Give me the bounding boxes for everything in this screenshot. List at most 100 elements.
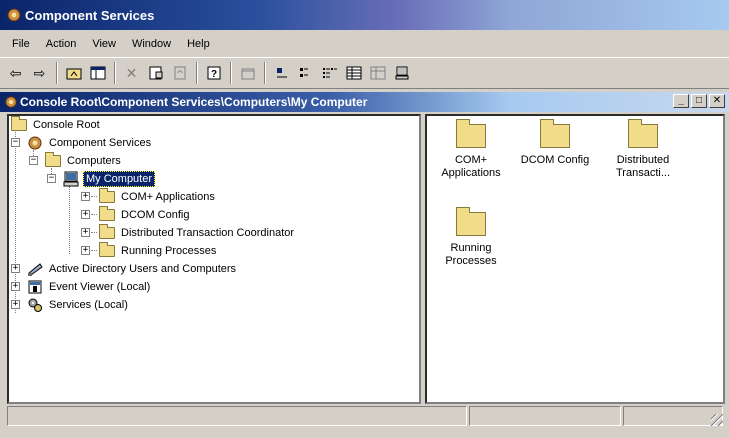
list-item-dcom-config[interactable]: DCOM Config xyxy=(515,119,595,167)
list-item-caption: COM+ Applications xyxy=(431,154,511,180)
tree-item-distributed-transaction-coordinator[interactable]: Distributed Transaction Coordinator xyxy=(99,223,296,241)
svg-text:?: ? xyxy=(211,69,217,80)
tree-item-active-directory[interactable]: Active Directory Users and Computers xyxy=(27,260,238,277)
tree-pane[interactable]: Console Root − Component Services − Comp… xyxy=(7,114,421,404)
folder-icon xyxy=(11,115,27,131)
small-icons-view-icon[interactable] xyxy=(294,62,317,84)
menu-action[interactable]: Action xyxy=(38,36,85,52)
tree-item-dcom-config[interactable]: DCOM Config xyxy=(99,205,191,223)
refresh-icon[interactable] xyxy=(168,62,191,84)
caption-line: Processes xyxy=(445,255,497,267)
list-item-com-applications[interactable]: COM+ Applications xyxy=(431,119,511,180)
tree-item-label: Distributed Transaction Coordinator xyxy=(121,226,295,239)
close-icon[interactable]: ✕ xyxy=(709,94,725,108)
menu-help-label: Help xyxy=(187,38,210,50)
status-cell-middle xyxy=(469,406,621,426)
properties-icon[interactable] xyxy=(144,62,167,84)
large-icons-view-icon[interactable] xyxy=(270,62,293,84)
child-window-title: Console Root\Component Services\Computer… xyxy=(20,95,368,109)
new-window-icon[interactable] xyxy=(236,62,259,84)
tree-item-running-processes[interactable]: Running Processes xyxy=(99,241,218,259)
tree-line xyxy=(91,214,97,215)
active-directory-icon xyxy=(27,261,43,277)
event-viewer-icon xyxy=(27,279,43,295)
menu-window-label: Window xyxy=(131,38,172,50)
toolbar-separator xyxy=(230,62,232,84)
details-view-icon[interactable] xyxy=(342,62,365,84)
folder-icon xyxy=(456,119,486,148)
list-pane[interactable]: COM+ Applications DCOM Config Distribute… xyxy=(425,114,725,404)
menu-file[interactable]: File xyxy=(4,36,38,52)
delete-icon[interactable]: ✕ xyxy=(120,62,143,84)
collapse-icon[interactable]: − xyxy=(11,138,20,147)
toolbar-separator xyxy=(264,62,266,84)
restore-icon[interactable]: □ xyxy=(691,94,707,108)
list-view-icon[interactable] xyxy=(318,62,341,84)
tree-item-console-root[interactable]: Console Root xyxy=(11,115,102,133)
tree-item-label: Active Directory Users and Computers xyxy=(49,262,237,275)
tree-item-services[interactable]: Services (Local) xyxy=(27,296,130,313)
component-services-icon xyxy=(27,135,43,151)
menu-window[interactable]: Window xyxy=(124,36,179,52)
tree-item-computers[interactable]: Computers xyxy=(45,151,123,169)
child-window-title-bar[interactable]: Console Root\Component Services\Computer… xyxy=(0,92,729,112)
status-bar xyxy=(7,406,725,428)
list-item-caption: Distributed Transacti... xyxy=(603,154,683,180)
caption-line: Applications xyxy=(441,167,501,179)
resize-grip-icon[interactable] xyxy=(711,414,723,426)
expand-icon[interactable]: + xyxy=(81,210,90,219)
list-item-distributed-transaction[interactable]: Distributed Transacti... xyxy=(603,119,683,180)
tree-line xyxy=(91,232,97,233)
component-services-icon xyxy=(6,7,22,23)
caption-line: Running xyxy=(450,242,492,254)
expand-icon[interactable]: + xyxy=(81,228,90,237)
minimize-icon[interactable]: _ xyxy=(673,94,689,108)
folder-icon xyxy=(99,223,115,239)
help-icon[interactable]: ? xyxy=(202,62,225,84)
tree-item-label: Console Root xyxy=(33,118,100,131)
disabled-view-icon[interactable] xyxy=(366,62,389,84)
collapse-icon[interactable]: − xyxy=(47,174,56,183)
menu-bar: File Action View Window Help xyxy=(0,33,729,55)
computer-icon xyxy=(63,171,79,187)
tree-item-label: My Computer xyxy=(83,170,156,187)
toolbar-separator xyxy=(196,62,198,84)
list-item-running-processes[interactable]: Running Processes xyxy=(431,207,511,268)
caption-line: COM+ xyxy=(454,154,488,166)
caption-line: Distributed xyxy=(616,154,670,166)
folder-icon xyxy=(628,119,658,148)
menu-help[interactable]: Help xyxy=(179,36,218,52)
caption-line: Transacti... xyxy=(616,167,670,179)
show-hide-tree-icon[interactable] xyxy=(86,62,109,84)
tree-item-my-computer[interactable]: My Computer xyxy=(63,170,156,187)
list-item-caption: Running Processes xyxy=(431,242,511,268)
folder-icon xyxy=(45,151,61,167)
expand-icon[interactable]: + xyxy=(11,264,20,273)
expand-icon[interactable]: + xyxy=(11,300,20,309)
toolbar-separator xyxy=(56,62,58,84)
menu-action-label: Action xyxy=(45,38,77,50)
list-item-caption: DCOM Config xyxy=(515,154,595,167)
up-folder-icon[interactable] xyxy=(62,62,85,84)
expand-icon[interactable]: + xyxy=(81,192,90,201)
app-title-bar[interactable]: Component Services xyxy=(0,0,729,30)
status-cell-right xyxy=(623,406,723,426)
computer-icon[interactable] xyxy=(390,62,413,84)
tree-item-event-viewer[interactable]: Event Viewer (Local) xyxy=(27,278,152,295)
tree-item-label: Services (Local) xyxy=(49,298,128,311)
tree-item-component-services[interactable]: Component Services xyxy=(27,134,153,151)
folder-icon xyxy=(99,187,115,203)
folder-icon xyxy=(456,207,486,236)
folder-icon xyxy=(540,119,570,148)
caption-line: DCOM Config xyxy=(520,154,590,166)
expand-icon[interactable]: + xyxy=(81,246,90,255)
forward-arrow-icon[interactable]: ⇨ xyxy=(28,62,51,84)
console-icon xyxy=(4,95,18,109)
tree-item-com-applications[interactable]: COM+ Applications xyxy=(99,187,217,205)
toolbar-separator xyxy=(114,62,116,84)
expand-icon[interactable]: + xyxy=(11,282,20,291)
menu-view[interactable]: View xyxy=(84,36,124,52)
collapse-icon[interactable]: − xyxy=(29,156,38,165)
back-arrow-icon[interactable]: ⇦ xyxy=(4,62,27,84)
tree-line xyxy=(91,196,97,197)
